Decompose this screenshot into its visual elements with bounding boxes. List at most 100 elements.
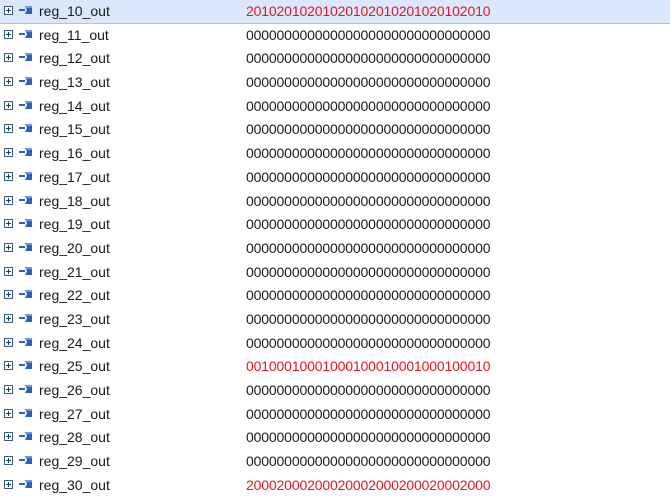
signal-value: 00000000000000000000000000000000 xyxy=(246,263,491,280)
bus-signal-icon xyxy=(19,242,32,251)
bus-signal-icon xyxy=(19,479,32,488)
signal-row-reg-22-out[interactable]: reg_22_out 00000000000000000000000000000… xyxy=(0,284,670,308)
signal-row-reg-27-out[interactable]: reg_27_out 00000000000000000000000000000… xyxy=(0,403,670,427)
signal-row-reg-28-out[interactable]: reg_28_out 00000000000000000000000000000… xyxy=(0,426,670,450)
expand-plus-icon[interactable] xyxy=(4,148,13,158)
bus-signal-icon xyxy=(19,456,32,465)
signal-value: 00000000000000000000000000000000 xyxy=(246,453,491,470)
expand-plus-icon[interactable] xyxy=(4,361,13,371)
bus-signal-icon xyxy=(19,124,32,133)
expand-plus-icon[interactable] xyxy=(4,219,13,229)
expand-plus-icon[interactable] xyxy=(4,242,13,252)
expand-plus-icon[interactable] xyxy=(4,313,13,323)
signal-value: 00000000000000000000000000000000 xyxy=(246,50,491,67)
signal-name: reg_19_out xyxy=(39,216,110,233)
signal-row-reg-19-out[interactable]: reg_19_out 00000000000000000000000000000… xyxy=(0,213,670,237)
signal-value: 00000000000000000000000000000000 xyxy=(246,168,491,185)
signal-row-reg-11-out[interactable]: reg_11_out 00000000000000000000000000000… xyxy=(0,24,670,48)
signal-name: reg_29_out xyxy=(39,453,110,470)
signal-name: reg_22_out xyxy=(39,287,110,304)
bus-signal-icon xyxy=(19,195,32,204)
signal-value: 00000000000000000000000000000000 xyxy=(246,192,491,209)
expand-plus-icon[interactable] xyxy=(4,124,13,134)
signal-name: reg_20_out xyxy=(39,239,110,256)
signal-name: reg_17_out xyxy=(39,168,110,185)
bus-signal-icon xyxy=(19,361,32,370)
bus-signal-icon xyxy=(19,385,32,393)
signal-name: reg_24_out xyxy=(39,334,110,351)
expand-plus-icon[interactable] xyxy=(4,195,13,205)
expand-plus-icon[interactable] xyxy=(4,53,13,63)
expand-plus-icon[interactable] xyxy=(4,456,13,466)
signal-row-reg-16-out[interactable]: reg_16_out 00000000000000000000000000000… xyxy=(0,142,670,166)
bus-signal-icon xyxy=(19,53,32,62)
signal-value: 00000000000000000000000000000000 xyxy=(246,97,491,114)
signal-row-reg-20-out[interactable]: reg_20_out 00000000000000000000000000000… xyxy=(0,237,670,261)
signal-name: reg_11_out xyxy=(39,26,109,43)
expand-plus-icon[interactable] xyxy=(4,29,13,39)
signal-row-reg-14-out[interactable]: reg_14_out 00000000000000000000000000000… xyxy=(0,95,670,119)
signal-row-reg-15-out[interactable]: reg_15_out 00000000000000000000000000000… xyxy=(0,118,670,142)
signal-value: 00000000000000000000000000000000 xyxy=(246,74,491,91)
signal-value: 20102010201020102010201020102010 xyxy=(246,3,491,19)
expand-plus-icon[interactable] xyxy=(4,432,13,442)
signal-name: reg_25_out xyxy=(39,358,110,375)
signal-row-reg-26-out[interactable]: reg_26_out 00000000000000000000000000000… xyxy=(0,379,670,403)
bus-signal-icon xyxy=(19,29,32,38)
expand-plus-icon[interactable] xyxy=(4,171,13,181)
signal-row-reg-30-out[interactable]: reg_30_out 20002000200020002000200020002… xyxy=(0,474,670,497)
signal-value: 00000000000000000000000000000000 xyxy=(246,334,491,351)
signal-row-reg-23-out[interactable]: reg_23_out 00000000000000000000000000000… xyxy=(0,308,670,332)
expand-plus-icon[interactable] xyxy=(4,408,13,418)
signal-name: reg_28_out xyxy=(39,429,110,446)
signal-value: 00000000000000000000000000000000 xyxy=(246,287,491,304)
bus-signal-icon xyxy=(19,432,32,441)
signal-row-reg-12-out[interactable]: reg_12_out 00000000000000000000000000000… xyxy=(0,47,670,71)
signal-row-reg-25-out[interactable]: reg_25_out 00100010001000100010001000100… xyxy=(0,355,670,379)
signal-value: 00000000000000000000000000000000 xyxy=(246,121,491,138)
expand-plus-icon[interactable] xyxy=(4,266,13,276)
signal-value: 00000000000000000000000000000000 xyxy=(246,239,491,256)
signal-name: reg_21_out xyxy=(39,263,110,280)
signal-value: 00000000000000000000000000000000 xyxy=(246,405,491,422)
signal-name: reg_16_out xyxy=(39,145,110,162)
signal-row-reg-21-out[interactable]: reg_21_out 00000000000000000000000000000… xyxy=(0,261,670,285)
expand-plus-icon[interactable] xyxy=(4,337,13,347)
bus-signal-icon xyxy=(19,266,32,275)
signal-list: reg_10_out 20102010201020102010201020102… xyxy=(0,0,670,497)
signal-row-reg-18-out[interactable]: reg_18_out 00000000000000000000000000000… xyxy=(0,190,670,214)
signal-row-reg-24-out[interactable]: reg_24_out 00000000000000000000000000000… xyxy=(0,332,670,356)
bus-signal-icon xyxy=(19,100,32,109)
bus-signal-icon xyxy=(19,290,32,299)
bus-signal-icon xyxy=(19,77,32,86)
signal-row-reg-17-out[interactable]: reg_17_out 00000000000000000000000000000… xyxy=(0,166,670,190)
expand-plus-icon[interactable] xyxy=(4,290,13,300)
signal-value: 00000000000000000000000000000000 xyxy=(246,26,491,43)
signal-value: 20002000200020002000200020002000 xyxy=(246,476,491,493)
signal-name: reg_26_out xyxy=(39,382,110,398)
signal-row-reg-29-out[interactable]: reg_29_out 00000000000000000000000000000… xyxy=(0,450,670,474)
signal-value: 00000000000000000000000000000000 xyxy=(246,145,491,162)
expand-plus-icon[interactable] xyxy=(4,385,13,394)
signal-name: reg_27_out xyxy=(39,405,110,422)
bus-signal-icon xyxy=(19,148,32,157)
bus-signal-icon xyxy=(19,337,32,346)
signal-name: reg_18_out xyxy=(39,192,110,209)
signal-name: reg_14_out xyxy=(39,97,110,114)
signal-name: reg_30_out xyxy=(39,476,110,493)
signal-value: 00100010001000100010001000100010 xyxy=(246,358,491,375)
signal-name: reg_15_out xyxy=(39,121,110,138)
signal-row-reg-10-out[interactable]: reg_10_out 20102010201020102010201020102… xyxy=(0,0,670,24)
bus-signal-icon xyxy=(19,171,32,180)
signal-row-reg-13-out[interactable]: reg_13_out 00000000000000000000000000000… xyxy=(0,71,670,95)
bus-signal-icon xyxy=(19,6,32,14)
expand-plus-icon[interactable] xyxy=(4,479,13,489)
expand-plus-icon[interactable] xyxy=(4,77,13,87)
expand-plus-icon[interactable] xyxy=(4,6,13,15)
signal-value: 00000000000000000000000000000000 xyxy=(246,429,491,446)
signal-name: reg_12_out xyxy=(39,50,110,67)
bus-signal-icon xyxy=(19,408,32,417)
signal-name: reg_23_out xyxy=(39,310,110,327)
expand-plus-icon[interactable] xyxy=(4,100,13,110)
bus-signal-icon xyxy=(19,219,32,228)
